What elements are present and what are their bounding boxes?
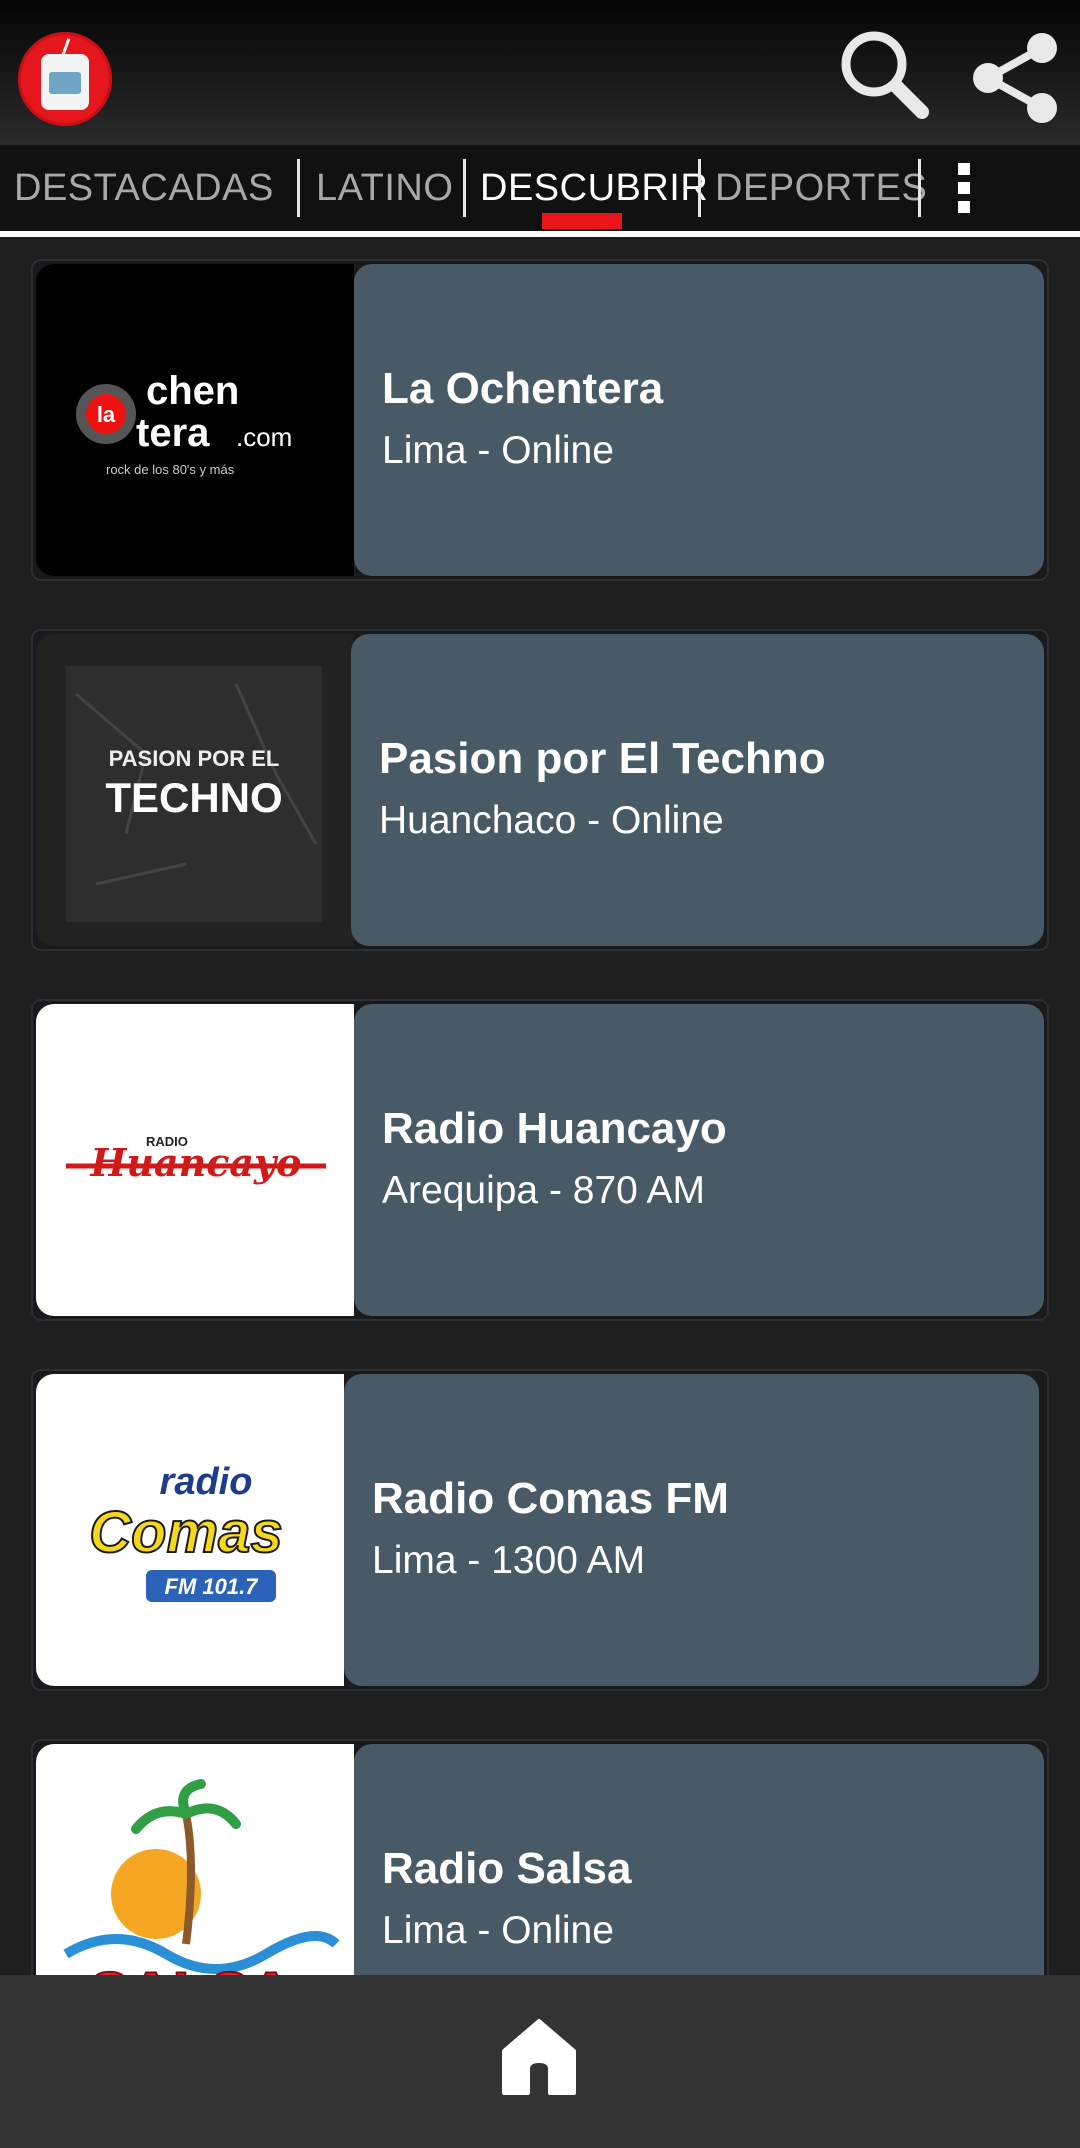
logo-text: PASION POR EL (109, 746, 280, 771)
station-info: Radio Comas FM Lima - 1300 AM (344, 1374, 1039, 1686)
station-location: Huanchaco - Online (379, 799, 724, 842)
station-list[interactable]: la chen tera .com rock de los 80's y más… (0, 237, 1080, 1975)
radio-screen-shape (49, 72, 81, 94)
station-info: Pasion por El Techno Huanchaco - Online (351, 634, 1044, 946)
tab-deportes[interactable]: DEPORTES (715, 145, 927, 231)
logo-text: radio (160, 1461, 253, 1503)
station-info: Radio Salsa Lima - Online (354, 1744, 1044, 1975)
station-logo: la chen tera .com rock de los 80's y más (36, 264, 354, 576)
search-icon (841, 31, 929, 119)
share-button[interactable] (960, 20, 1070, 130)
logo-text: chen (146, 369, 239, 413)
station-card[interactable]: radio Comas FM 101.7 Radio Comas FM Lima… (31, 1369, 1049, 1691)
station-card[interactable]: PASION POR EL TECHNO Pasion por El Techn… (31, 629, 1049, 951)
station-logo: PASION POR EL TECHNO (36, 634, 354, 946)
share-icon (973, 33, 1057, 123)
logo-text: TECHNO (105, 774, 282, 821)
station-card[interactable]: SALSA Radio Salsa Lima - Online (31, 1739, 1049, 1975)
tab-divider (297, 159, 300, 217)
station-card[interactable]: la chen tera .com rock de los 80's y más… (31, 259, 1049, 581)
tab-divider (463, 159, 466, 217)
more-vert-icon[interactable] (950, 159, 978, 219)
station-name: La Ochentera (382, 364, 664, 413)
station-logo: RADIO Huancayo (36, 1004, 354, 1316)
logo-text: .com (236, 422, 292, 452)
station-name: Pasion por El Techno (379, 734, 826, 783)
tab-destacadas[interactable]: DESTACADAS (14, 145, 274, 231)
logo-text: FM 101.7 (165, 1574, 260, 1599)
logo-text: Huancayo (90, 1140, 302, 1185)
logo-text: tera (136, 411, 210, 455)
top-app-bar (0, 0, 1080, 145)
tab-divider (918, 159, 921, 217)
logo-text: Comas (89, 1500, 282, 1565)
tab-divider (698, 159, 701, 217)
logo-text: la (97, 402, 116, 427)
logo-text: rock de los 80's y más (106, 462, 235, 477)
home-icon (502, 2019, 576, 2095)
station-location: Lima - 1300 AM (372, 1539, 646, 1582)
tab-latino[interactable]: LATINO (316, 145, 453, 231)
home-button[interactable] (500, 2017, 578, 2097)
station-card[interactable]: RADIO Huancayo Radio Huancayo Arequipa -… (31, 999, 1049, 1321)
station-name: Radio Salsa (382, 1844, 632, 1893)
station-name: Radio Huancayo (382, 1104, 727, 1153)
station-name: Radio Comas FM (372, 1474, 729, 1523)
station-location: Lima - Online (382, 1909, 614, 1952)
station-logo: radio Comas FM 101.7 (36, 1374, 344, 1686)
station-info: La Ochentera Lima - Online (354, 264, 1044, 576)
search-button[interactable] (830, 20, 940, 130)
station-location: Arequipa - 870 AM (382, 1169, 706, 1212)
station-logo: SALSA (36, 1744, 354, 1975)
active-tab-indicator (542, 213, 622, 229)
bottom-navigation-bar (0, 1975, 1080, 2148)
station-info: Radio Huancayo Arequipa - 870 AM (354, 1004, 1044, 1316)
logo-text: SALSA (89, 1960, 292, 1975)
station-location: Lima - Online (382, 429, 614, 472)
category-tab-bar: DESTACADAS LATINO DESCUBRIR DEPORTES (0, 145, 1080, 231)
radio-app-icon[interactable] (18, 32, 112, 126)
